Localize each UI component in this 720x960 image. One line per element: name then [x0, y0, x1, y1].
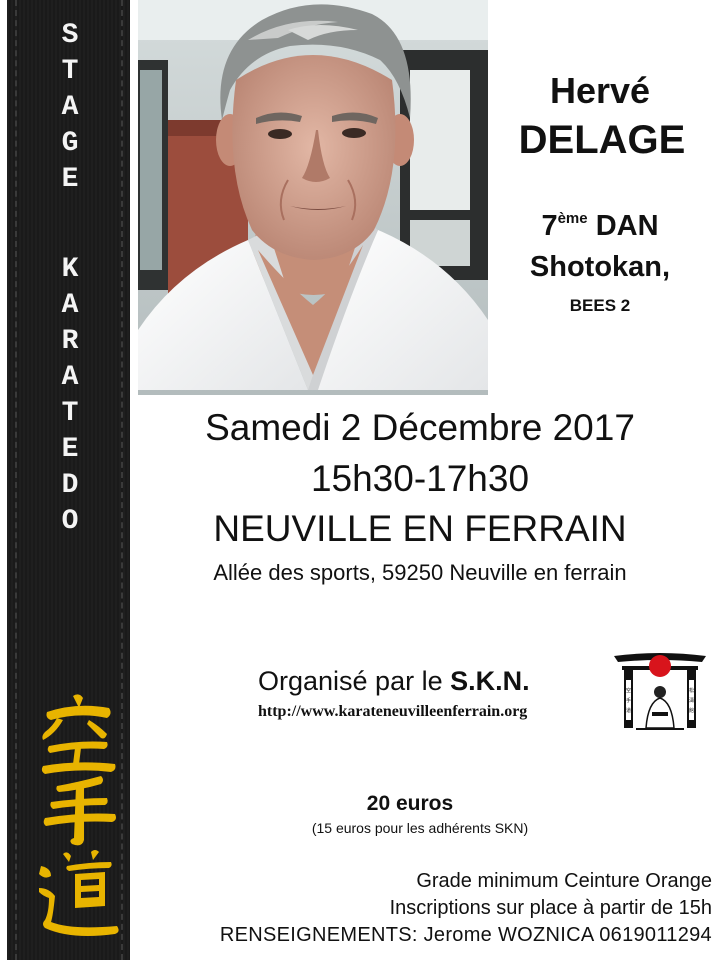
belt-letter: O [61, 506, 79, 537]
belt-letter: G [61, 128, 79, 159]
belt-letter: T [61, 398, 79, 429]
dan-suffix: ème [557, 210, 588, 227]
organizer-prefix: Organisé par le [258, 666, 443, 696]
registration-info: Inscriptions sur place à partir de 15h [389, 897, 712, 919]
belt-letter: D [61, 470, 79, 501]
belt-letter: S [61, 20, 79, 51]
organizer-line: Organisé par le S.K.N. [258, 666, 530, 697]
instructor-photo [138, 0, 488, 395]
svg-text:松: 松 [689, 687, 694, 694]
instructor-last-name: DELAGE [518, 118, 686, 162]
dan-grade: 7ème DAN [500, 210, 700, 243]
belt-letter: R [61, 326, 79, 357]
event-town: NEUVILLE EN FERRAIN [213, 508, 627, 549]
organizer-club: S.K.N. [450, 666, 530, 696]
event-time: 15h30-17h30 [310, 458, 530, 499]
price: 20 euros [366, 792, 454, 815]
black-belt-banner: S T A G E K A R A T E D O [7, 0, 130, 960]
dan-label: DAN [595, 210, 659, 242]
event-address: Allée des sports, 59250 Neuville en ferr… [213, 560, 627, 585]
event-date: Samedi 2 Décembre 2017 [205, 407, 635, 448]
skn-club-logo: 空 手 道 松 濤 館 [612, 650, 708, 732]
belt-letter: E [61, 164, 79, 195]
svg-text:手: 手 [626, 697, 631, 704]
belt-letter: A [61, 92, 79, 123]
dan-number: 7 [541, 210, 558, 242]
instructor-first-name: Hervé [549, 70, 651, 111]
belt-letter: K [61, 254, 79, 285]
belt-letter: E [61, 434, 79, 465]
svg-text:濤: 濤 [689, 697, 694, 704]
belt-title: S T A G E K A R A T E D O [52, 18, 88, 540]
svg-text:空: 空 [626, 687, 631, 694]
diploma: BEES 2 [569, 296, 631, 315]
karatedo-kanji-calligraphy [39, 694, 119, 936]
karate-style: Shotokan, [529, 251, 671, 283]
belt-letter: A [61, 290, 79, 321]
contact-info: RENSEIGNEMENTS: Jerome WOZNICA 061901129… [219, 924, 712, 946]
minimum-grade: Grade minimum Ceinture Orange [416, 870, 712, 892]
club-website-link[interactable]: http://www.karateneuvilleenferrain.org [258, 703, 614, 721]
svg-text:道: 道 [626, 707, 631, 714]
belt-letter: A [61, 362, 79, 393]
member-price-note: (15 euros pour les adhérents SKN) [311, 820, 529, 836]
belt-letter: T [61, 56, 79, 87]
svg-text:館: 館 [689, 707, 694, 714]
